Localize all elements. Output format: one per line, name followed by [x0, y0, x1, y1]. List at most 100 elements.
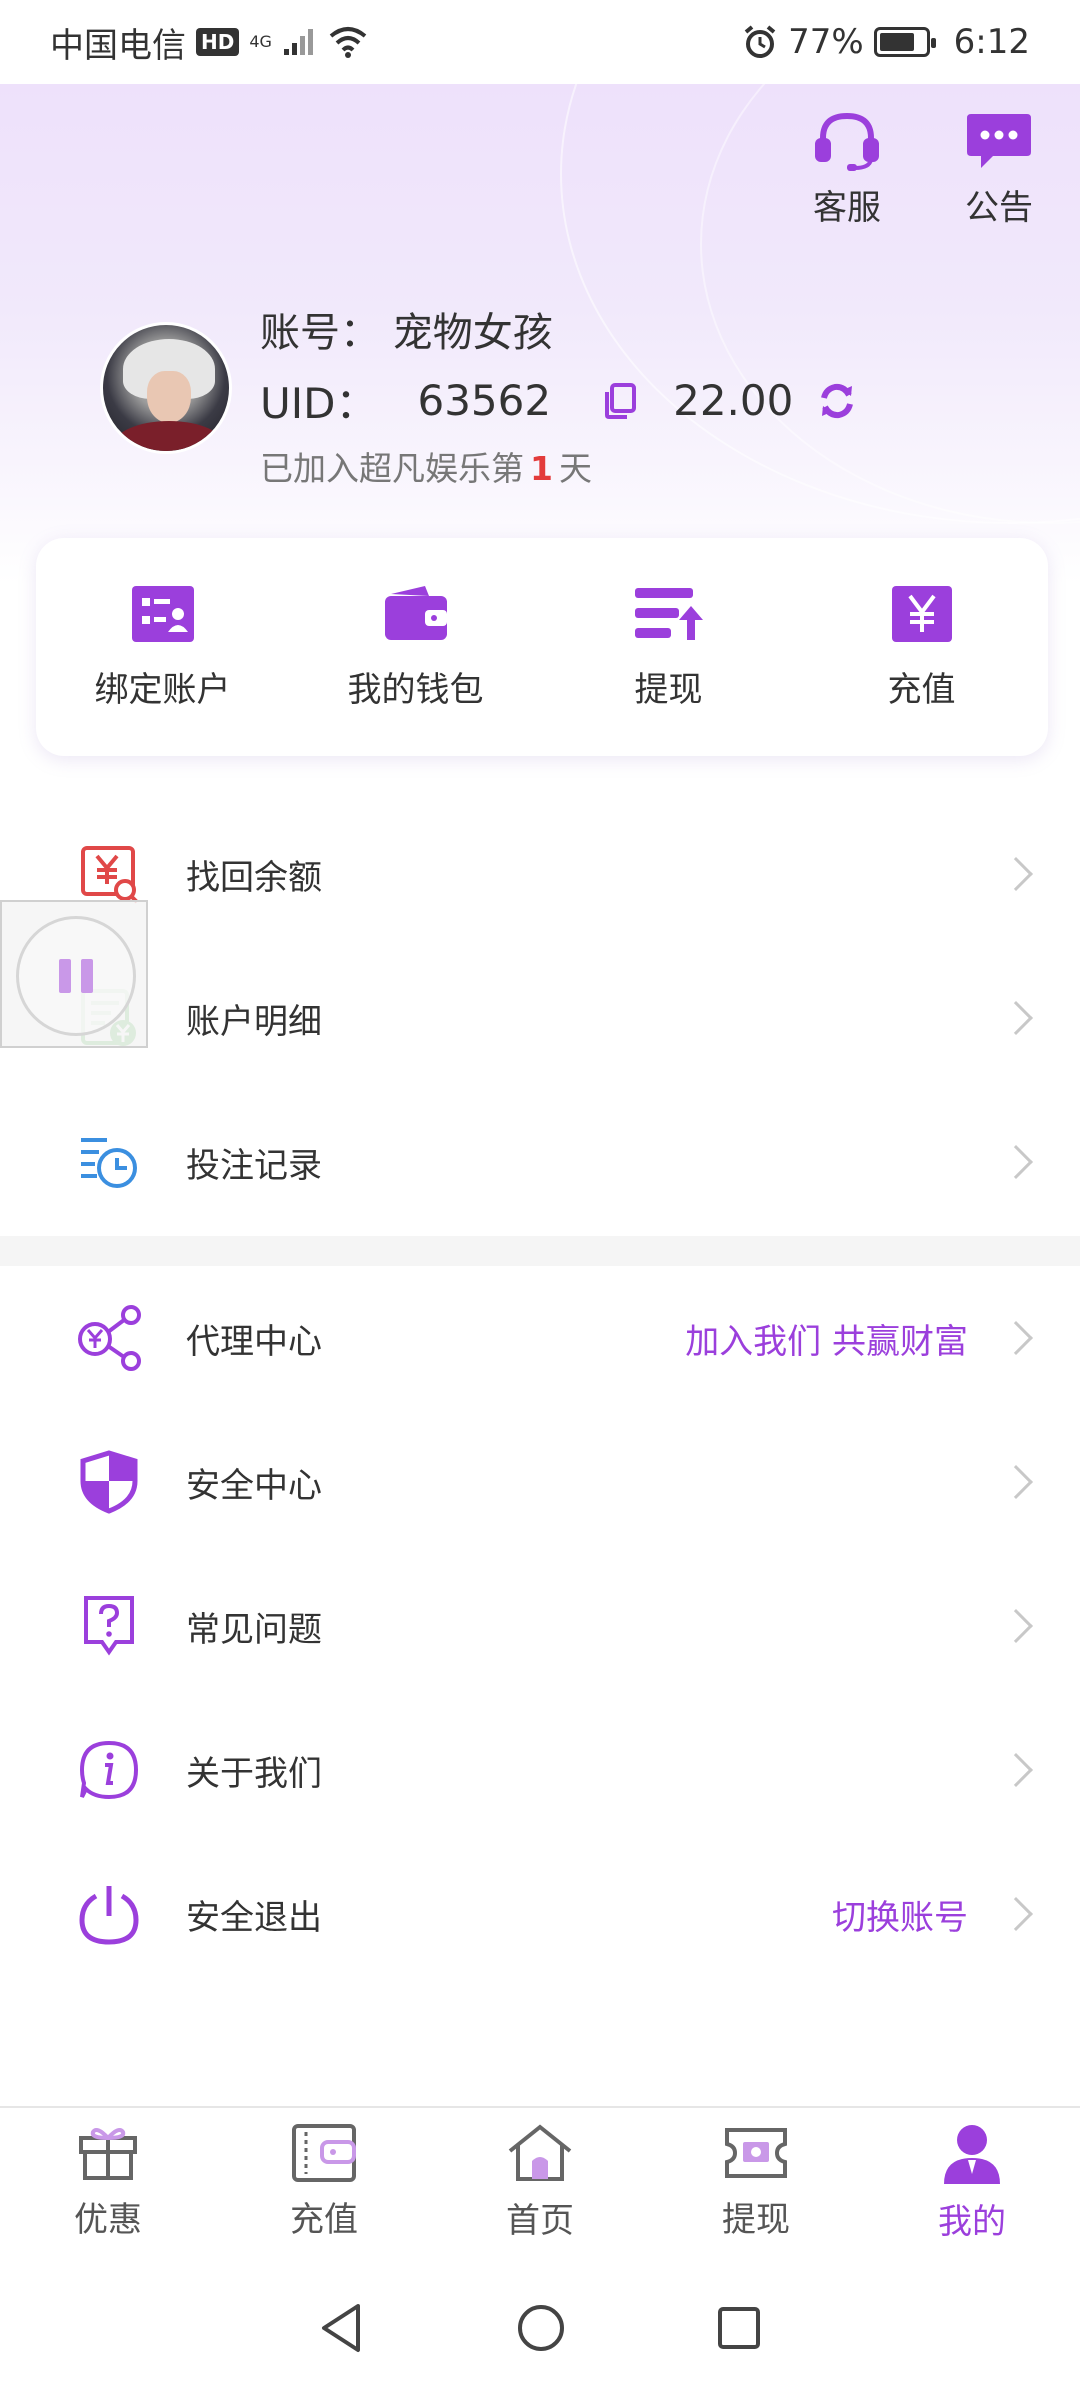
menu-item-label: 投注记录: [186, 1145, 322, 1186]
bind-account-icon: [131, 585, 194, 642]
notice-label: 公告: [965, 188, 1033, 228]
status-bar: 中国电信 HD 4G 77% 6:12: [0, 0, 1080, 84]
carrier-name: 中国电信: [50, 25, 186, 66]
chevron-right-icon: [999, 857, 1033, 891]
power-icon: [79, 1886, 139, 1945]
refresh-icon[interactable]: [817, 381, 857, 421]
wallet-icon: [384, 585, 447, 640]
agent-promo-text: 加入我们 共赢财富: [685, 1321, 968, 1362]
info-icon: [79, 1740, 139, 1800]
recharge-quick-button[interactable]: 充值: [795, 538, 1048, 756]
back-icon[interactable]: [318, 2302, 366, 2354]
tab-label: 优惠: [74, 2199, 142, 2240]
user-icon: [944, 2124, 1000, 2184]
menu-item-label: 账户明细: [186, 1001, 322, 1042]
gift-icon: [79, 2127, 137, 2180]
menu-item-about-us[interactable]: 关于我们: [0, 1698, 1080, 1842]
tab-label: 我的: [938, 2201, 1006, 2242]
quick-actions-card: 绑定账户 我的钱包 提现 充值: [36, 538, 1048, 756]
uid-row: UID： 63562 22.00: [260, 370, 857, 431]
bind-account-button[interactable]: 绑定账户: [36, 538, 289, 756]
card-wallet-icon: [292, 2123, 356, 2182]
chevron-right-icon: [999, 1753, 1033, 1787]
floating-pause-button[interactable]: [0, 900, 148, 1048]
question-icon: [84, 1596, 134, 1656]
avatar[interactable]: [100, 322, 232, 454]
joined-prefix: 已加入超凡娱乐第: [260, 449, 524, 488]
tab-promotions[interactable]: 优惠: [0, 2108, 216, 2256]
joined-days-text: 已加入超凡娱乐第 1 天: [260, 442, 592, 490]
menu-item-recover-balance[interactable]: 找回余额: [0, 802, 1080, 946]
tab-label: 提现: [722, 2199, 790, 2240]
chevron-right-icon: [999, 1145, 1033, 1179]
tab-withdraw[interactable]: 提现: [648, 2108, 864, 2256]
status-left: 中国电信 HD 4G: [50, 18, 368, 67]
battery-icon: [873, 27, 936, 57]
agent-share-icon: [78, 1305, 141, 1371]
tab-mine[interactable]: 我的: [864, 2108, 1080, 2256]
chevron-right-icon: [999, 1897, 1033, 1931]
message-bubble-icon: [967, 114, 1031, 168]
quick-action-label: 提现: [634, 669, 703, 710]
tab-label: 充值: [290, 2199, 358, 2240]
menu-item-label: 安全中心: [186, 1465, 322, 1506]
menu-item-logout[interactable]: 安全退出 切换账号: [0, 1842, 1080, 1986]
wifi-icon: [329, 27, 367, 58]
battery-percent: 77%: [788, 22, 864, 62]
copy-icon[interactable]: [603, 382, 637, 420]
menu-item-bet-record[interactable]: 投注记录: [0, 1090, 1080, 1234]
menu-item-faq[interactable]: 常见问题: [0, 1554, 1080, 1698]
system-navigation-bar: [0, 2256, 1080, 2400]
tab-label: 首页: [506, 2200, 574, 2241]
menu-item-account-details[interactable]: 账户明细: [0, 946, 1080, 1090]
account-name: 宠物女孩: [392, 310, 553, 356]
account-row: 账号： 宠物女孩: [260, 300, 553, 358]
recover-balance-icon: [81, 846, 139, 904]
balance-value: 22.00: [673, 376, 794, 425]
account-label: 账号：: [260, 310, 380, 356]
section-divider: [0, 1236, 1080, 1266]
chevron-right-icon: [999, 1001, 1033, 1035]
alarm-icon: [744, 25, 776, 58]
recents-square-icon[interactable]: [716, 2305, 762, 2351]
tab-recharge[interactable]: 充值: [216, 2108, 432, 2256]
bottom-tab-bar: 优惠 充值 首页 提现 我的: [0, 2106, 1080, 2256]
switch-account-link[interactable]: 切换账号: [832, 1890, 968, 1939]
clock: 6:12: [953, 22, 1030, 62]
status-right: 77% 6:12: [742, 22, 1030, 62]
wallet-button[interactable]: 我的钱包: [289, 538, 542, 756]
menu-item-agent-center[interactable]: 代理中心 加入我们 共赢财富: [0, 1266, 1080, 1410]
home-circle-icon[interactable]: [516, 2303, 566, 2353]
customer-service-label: 客服: [813, 188, 881, 228]
headset-icon: [815, 112, 879, 171]
menu-item-label: 找回余额: [186, 857, 322, 898]
shield-icon: [80, 1450, 138, 1514]
battery-fill: [879, 33, 914, 51]
chevron-right-icon: [999, 1609, 1033, 1643]
menu-group-finance: 找回余额 账户明细 投注记录: [0, 802, 1080, 1234]
joined-days: 1: [530, 449, 553, 488]
chevron-right-icon: [999, 1321, 1033, 1355]
home-icon: [508, 2123, 572, 2181]
menu-item-label: 常见问题: [186, 1609, 322, 1650]
cash-ticket-icon: [725, 2127, 787, 2178]
quick-action-label: 我的钱包: [347, 669, 484, 710]
menu-item-label: 代理中心: [186, 1321, 322, 1362]
menu-item-label: 安全退出: [186, 1897, 322, 1938]
network-type: 4G: [249, 32, 272, 51]
bet-record-icon: [81, 1138, 137, 1188]
withdraw-icon: [634, 587, 703, 640]
uid-value: 63562: [417, 376, 552, 425]
notice-button[interactable]: 公告: [944, 110, 1054, 229]
hd-badge: HD: [196, 28, 240, 56]
withdraw-quick-button[interactable]: 提现: [542, 538, 795, 756]
customer-service-button[interactable]: 客服: [792, 110, 902, 229]
joined-suffix: 天: [558, 449, 592, 488]
menu-group-general: 代理中心 加入我们 共赢财富 安全中心 常见问题 关于我们 安全退出 切换账号: [0, 1266, 1080, 1986]
tab-home[interactable]: 首页: [432, 2108, 648, 2256]
recharge-yuan-icon: [891, 585, 952, 642]
signal-icon: [283, 29, 313, 55]
menu-item-security-center[interactable]: 安全中心: [0, 1410, 1080, 1554]
chevron-right-icon: [999, 1465, 1033, 1499]
quick-action-label: 充值: [887, 669, 956, 710]
